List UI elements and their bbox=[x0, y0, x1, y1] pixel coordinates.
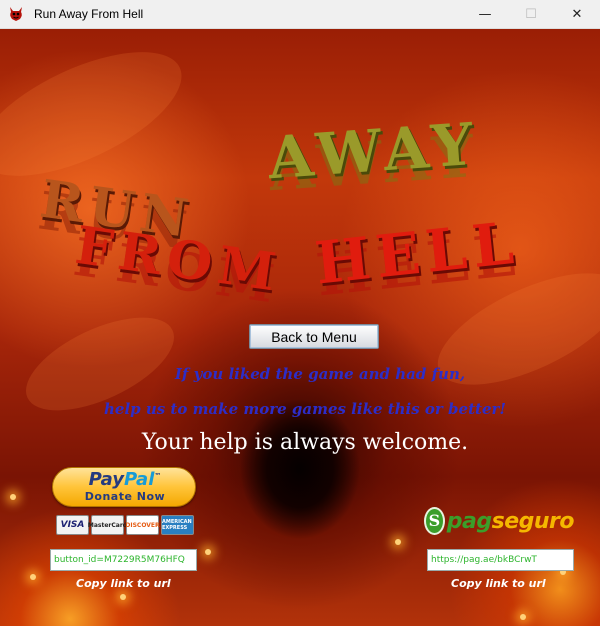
devil-icon bbox=[10, 7, 22, 21]
welcome-text: Your help is always welcome. bbox=[141, 430, 469, 455]
pagseguro-wordmark: pagseguro bbox=[446, 508, 575, 534]
close-button[interactable]: ✕ bbox=[554, 0, 600, 28]
pagseguro-symbol: S bbox=[428, 511, 441, 530]
lava-ember bbox=[120, 594, 126, 600]
paypal-trademark: ™ bbox=[154, 472, 162, 480]
donation-message-line2: help us to make more games like this or … bbox=[104, 400, 506, 418]
game-window: Run Away From Hell — ☐ ✕ RUN AWAY FROM H… bbox=[0, 0, 600, 626]
paypal-donate-button[interactable]: PayPal™ Donate Now bbox=[52, 467, 196, 507]
pagseguro-wordmark-seguro: seguro bbox=[491, 508, 575, 534]
paypal-link-field[interactable] bbox=[50, 549, 197, 571]
discover-card-icon: DISCOVER bbox=[125, 515, 160, 535]
payment-cards: VISA MasterCard DISCOVER AMERICAN EXPRES… bbox=[56, 515, 194, 535]
pagseguro-wordmark-pag: pag bbox=[446, 508, 492, 534]
donation-message-line1: If you liked the game and had fun, bbox=[174, 365, 466, 383]
logo-word-away: AWAY bbox=[265, 109, 482, 193]
lava-ember bbox=[10, 494, 16, 500]
lava-ember bbox=[520, 614, 526, 620]
paypal-logo: PayPal™ bbox=[53, 469, 197, 490]
window-title: Run Away From Hell bbox=[34, 7, 144, 21]
logo-word-hell: HELL bbox=[312, 208, 523, 298]
lava-ember bbox=[395, 539, 401, 545]
pagseguro-link-field[interactable] bbox=[427, 549, 574, 571]
paypal-logo-pal: Pal bbox=[124, 469, 155, 490]
lava-ember bbox=[30, 574, 36, 580]
pagseguro-logo[interactable]: S pagseguro bbox=[424, 505, 575, 537]
amex-card-icon: AMERICAN EXPRESS bbox=[161, 515, 194, 535]
maximize-button[interactable]: ☐ bbox=[508, 0, 554, 28]
paypal-copy-label: Copy link to url bbox=[76, 577, 171, 590]
logo-word-from: FROM bbox=[71, 214, 286, 305]
lava-ember bbox=[205, 549, 211, 555]
game-canvas: RUN AWAY FROM HELL Back to Menu If you l… bbox=[0, 29, 600, 626]
pagseguro-copy-label: Copy link to url bbox=[451, 577, 546, 590]
back-to-menu-button[interactable]: Back to Menu bbox=[249, 324, 379, 349]
paypal-donate-label: Donate Now bbox=[84, 490, 166, 503]
minimize-button[interactable]: — bbox=[462, 0, 508, 28]
pagseguro-icon: S bbox=[424, 507, 445, 535]
visa-card-icon: VISA bbox=[56, 515, 89, 535]
title-bar[interactable]: Run Away From Hell — ☐ ✕ bbox=[0, 0, 600, 29]
paypal-logo-pay: Pay bbox=[88, 469, 124, 490]
mastercard-icon: MasterCard bbox=[88, 515, 127, 535]
